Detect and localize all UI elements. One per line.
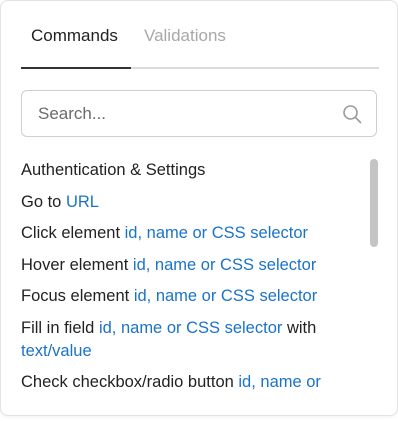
command-label: Click element [21, 224, 121, 242]
command-label: Fill in field [21, 318, 95, 337]
command-argument: URL [65, 192, 99, 211]
command-argument: id, name or CSS selector [133, 287, 318, 305]
command-argument: id, name or CSS selector [132, 255, 317, 274]
tab-validations[interactable]: Validations [144, 24, 226, 48]
search-box [21, 90, 377, 137]
command-argument-value: text/value [21, 341, 92, 360]
command-label: Check checkbox/radio button [21, 373, 234, 391]
command-list: Authentication & Settings Go to URL Clic… [21, 159, 361, 405]
command-item-click-element[interactable]: Click element id, name or CSS selector [21, 222, 361, 245]
command-item-check-checkbox[interactable]: Check checkbox/radio button id, name or [21, 371, 361, 394]
commands-panel: Commands Validations Authentication & Se… [0, 0, 398, 416]
command-item-authentication-settings[interactable]: Authentication & Settings [21, 159, 361, 182]
command-argument: id, name or CSS selector [98, 318, 283, 337]
command-argument: id, name or CSS selector [124, 224, 309, 242]
command-label: Focus element [21, 287, 130, 305]
command-item-go-to[interactable]: Go to URL [21, 191, 361, 214]
command-label: Authentication & Settings [21, 161, 206, 179]
command-label: Hover element [21, 255, 129, 274]
search-icon[interactable] [342, 104, 362, 124]
command-item-hover-element[interactable]: Hover element id, name or CSS selector [21, 254, 361, 277]
tab-commands[interactable]: Commands [31, 24, 118, 48]
command-connector: with [286, 318, 317, 337]
active-tab-indicator [21, 67, 131, 69]
scrollbar-thumb[interactable] [370, 159, 378, 247]
command-list-scrollbar[interactable] [370, 159, 378, 405]
command-argument: id, name or [238, 373, 321, 391]
tab-bar: Commands Validations [21, 1, 379, 69]
search-input[interactable] [38, 91, 338, 136]
command-item-focus-element[interactable]: Focus element id, name or CSS selector [21, 285, 361, 308]
command-label: Go to [21, 192, 62, 211]
command-item-fill-in-field[interactable]: Fill in field id, name or CSS selector w… [21, 317, 361, 363]
